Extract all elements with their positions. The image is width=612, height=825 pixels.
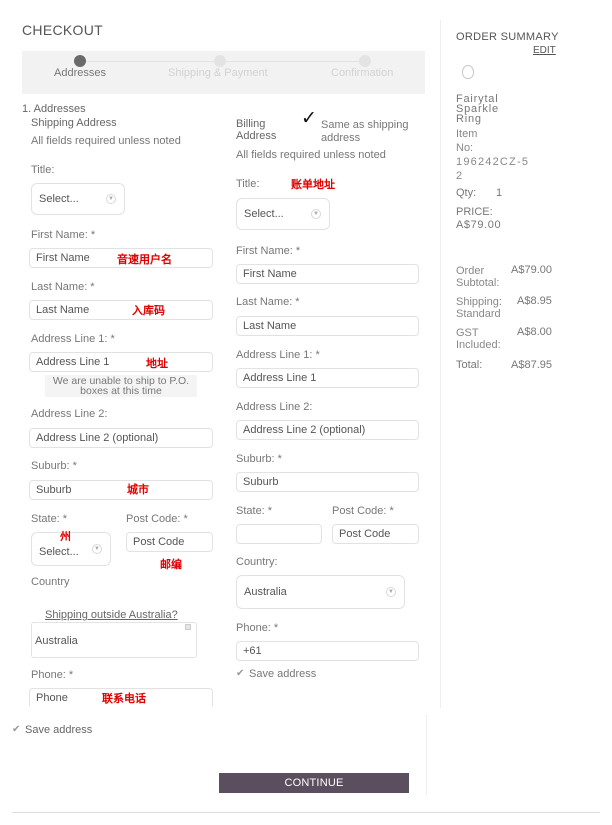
billing-country-select[interactable]: Australia ▼ (236, 575, 405, 609)
billing-country-label: Country: (236, 556, 278, 568)
shipping-state-value: Select... (39, 546, 79, 559)
billing-country-value: Australia (244, 586, 287, 598)
footer-divider (12, 812, 600, 813)
price-label: PRICE: (456, 206, 493, 218)
shipping-suburb-label: Suburb: * (31, 460, 77, 472)
shipping-heading: Shipping Address (31, 117, 117, 129)
billing-address2-input[interactable]: Address Line 2 (optional) (236, 420, 419, 440)
chevron-down-icon: ▼ (92, 544, 102, 554)
qty-value: 1 (496, 187, 503, 199)
billing-address1-label: Address Line 1: * (236, 349, 320, 361)
billing-suburb-label: Suburb: * (236, 453, 282, 465)
shipping-title-value: Select... (39, 193, 79, 205)
qty-label: Qty: (456, 187, 477, 199)
billing-last-name-label: Last Name: * (236, 296, 300, 308)
total-label: Total: (456, 359, 483, 371)
order-summary-edit-link[interactable]: EDIT (533, 45, 556, 56)
chevron-down-icon: ▼ (386, 587, 396, 597)
billing-required-note: All fields required unless noted (236, 149, 386, 161)
price-value: A$79.00 (456, 219, 502, 231)
shipping-postcode-input[interactable]: Post Code (126, 532, 213, 552)
shipping-required-note: All fields required unless noted (31, 135, 181, 147)
bottom-save-label: Save address (25, 724, 93, 736)
step-confirmation: Confirmation (331, 67, 394, 79)
column-divider (426, 715, 427, 795)
subtotal-label: Order Subtotal: (456, 265, 500, 289)
billing-last-name-input[interactable]: Last Name (236, 316, 419, 336)
shipping-last-name-input[interactable]: Last Name (29, 300, 213, 320)
shipping-state-label: State: * (31, 513, 68, 525)
shipping-country-box[interactable]: Australia (31, 622, 197, 658)
column-divider (440, 20, 441, 708)
same-as-shipping-checkbox[interactable]: ✓ (301, 109, 323, 130)
shipping-address1-label: Address Line 1: * (31, 333, 115, 345)
shipping-title-label: Title: (31, 164, 55, 176)
checkout-stepper: Addresses Shipping & Payment Confirmatio… (22, 51, 425, 94)
shipping-summary-label: Shipping: Standard (456, 296, 502, 320)
chevron-down-icon: ▼ (106, 194, 116, 204)
billing-title-value: Select... (244, 208, 284, 220)
bottom-save-checkbox[interactable]: ✔ (12, 724, 20, 735)
billing-postcode-label: Post Code: * (332, 505, 394, 517)
billing-heading: Billing Address (236, 118, 277, 142)
section-title: 1. Addresses (22, 103, 86, 115)
shipping-suburb-input[interactable]: Suburb (29, 480, 213, 500)
billing-phone-input[interactable]: +61 (236, 641, 419, 661)
billing-first-name-input[interactable]: First Name (236, 264, 419, 284)
step-dot-active (74, 55, 86, 67)
ring-icon (462, 65, 474, 79)
shipping-phone-label: Phone: * (31, 669, 74, 681)
billing-title-select[interactable]: Select... ▼ (236, 198, 330, 230)
annotation-state: 州 (60, 530, 71, 543)
order-summary-title: ORDER SUMMARY (456, 31, 559, 43)
shipping-postcode-label: Post Code: * (126, 513, 188, 525)
annotation-last-name: 入库码 (132, 304, 165, 317)
annotation-postcode: 邮编 (160, 558, 182, 571)
billing-postcode-input[interactable]: Post Code (332, 524, 419, 544)
annotation-first-name: 音速用户名 (117, 253, 172, 266)
shipping-title-select[interactable]: Select... ▼ (31, 183, 125, 215)
annotation-city: 城市 (127, 483, 149, 496)
same-as-shipping-label: Same as shipping address (321, 119, 409, 144)
annotation-phone: 联系电话 (102, 692, 146, 705)
billing-address1-input[interactable]: Address Line 1 (236, 368, 419, 388)
step-addresses[interactable]: Addresses (54, 67, 106, 79)
billing-address2-label: Address Line 2: (236, 401, 313, 413)
subtotal-value: A$79.00 (511, 264, 552, 276)
billing-save-checkbox[interactable]: ✔ (236, 668, 244, 679)
billing-phone-label: Phone: * (236, 622, 279, 634)
step-dot (214, 55, 226, 67)
continue-button[interactable]: CONTINUE (219, 773, 409, 793)
item-no-value: 196242CZ-52 (456, 156, 530, 182)
shipping-state-select[interactable]: Select... ▼ (31, 532, 111, 566)
shipping-first-name-label: First Name: * (31, 229, 96, 241)
page-title: CHECKOUT (22, 22, 103, 38)
billing-state-input[interactable] (236, 524, 322, 544)
shipping-address1-input[interactable]: Address Line 1 (29, 352, 213, 372)
scrollbar-handle[interactable] (185, 624, 191, 630)
item-no-label: Item No: (456, 128, 478, 154)
gst-value: A$8.00 (517, 326, 552, 338)
billing-first-name-label: First Name: * (236, 245, 301, 257)
shipping-summary-value: A$8.95 (517, 295, 552, 307)
item-name: Fairytal Sparkle Ring (456, 93, 499, 125)
annotation-billing-address: 账单地址 (291, 178, 335, 191)
po-box-warning: We are unable to ship to P.O. boxes at t… (45, 375, 197, 397)
shipping-address2-input[interactable]: Address Line 2 (optional) (29, 428, 213, 448)
shipping-country-label: Country (31, 576, 70, 588)
shipping-address2-label: Address Line 2: (31, 408, 108, 420)
step-shipping-payment: Shipping & Payment (168, 67, 268, 79)
billing-save-label: Save address (249, 668, 317, 680)
shipping-outside-australia-link[interactable]: Shipping outside Australia? (45, 609, 178, 621)
billing-title-label: Title: (236, 178, 260, 190)
shipping-last-name-label: Last Name: * (31, 281, 95, 293)
billing-suburb-input[interactable]: Suburb (236, 472, 419, 492)
annotation-address: 地址 (146, 357, 168, 370)
shipping-country-value: Australia (35, 635, 78, 647)
step-dot (359, 55, 371, 67)
billing-state-label: State: * (236, 505, 273, 517)
chevron-down-icon: ▼ (311, 209, 321, 219)
total-value: A$87.95 (511, 359, 552, 371)
gst-label: GST Included: (456, 327, 501, 351)
